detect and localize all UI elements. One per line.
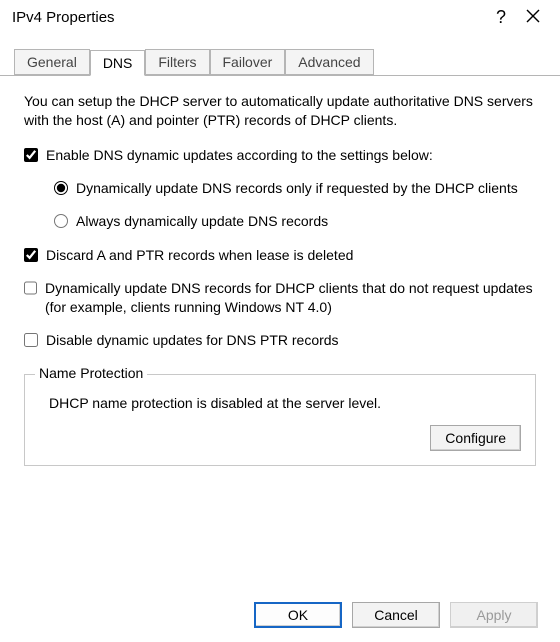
disable-ptr-checkbox[interactable] [24,333,38,347]
name-protection-group: Name Protection DHCP name protection is … [24,374,536,466]
update-mode-requested-row: Dynamically update DNS records only if r… [54,179,536,198]
configure-button[interactable]: Configure [430,425,521,451]
discard-records-checkbox[interactable] [24,248,38,262]
disable-ptr-row: Disable dynamic updates for DNS PTR reco… [24,331,536,350]
update-mode-always-radio[interactable] [54,214,68,228]
titlebar: IPv4 Properties ? [0,0,560,34]
tab-dns[interactable]: DNS [90,50,146,76]
tab-general[interactable]: General [14,49,90,75]
update-mode-always-row: Always dynamically update DNS records [54,212,536,231]
enable-dns-updates-label: Enable DNS dynamic updates according to … [46,146,433,165]
cancel-button[interactable]: Cancel [352,602,440,628]
tab-filters[interactable]: Filters [145,49,209,75]
name-protection-text: DHCP name protection is disabled at the … [39,395,521,411]
enable-dns-updates-row: Enable DNS dynamic updates according to … [24,146,536,165]
dialog-buttons: OK Cancel Apply [254,602,538,628]
discard-records-label: Discard A and PTR records when lease is … [46,246,353,265]
legacy-clients-checkbox[interactable] [24,281,37,295]
update-mode-requested-label: Dynamically update DNS records only if r… [76,179,518,198]
disable-ptr-label: Disable dynamic updates for DNS PTR reco… [46,331,339,350]
dns-pane: You can setup the DHCP server to automat… [0,76,560,476]
discard-records-row: Discard A and PTR records when lease is … [24,246,536,265]
update-mode-requested-radio[interactable] [54,181,68,195]
apply-button: Apply [450,602,538,628]
ok-button[interactable]: OK [254,602,342,628]
tab-failover[interactable]: Failover [210,49,286,75]
legacy-clients-label: Dynamically update DNS records for DHCP … [45,279,536,317]
help-icon[interactable]: ? [488,7,514,28]
update-mode-always-label: Always dynamically update DNS records [76,212,328,231]
intro-text: You can setup the DHCP server to automat… [24,92,536,130]
dialog-window: IPv4 Properties ? General DNS Filters Fa… [0,0,560,642]
enable-dns-updates-checkbox[interactable] [24,148,38,162]
close-icon[interactable] [514,9,552,26]
legacy-clients-row: Dynamically update DNS records for DHCP … [24,279,536,317]
tab-strip: General DNS Filters Failover Advanced [0,48,560,76]
window-title: IPv4 Properties [12,9,488,26]
name-protection-legend: Name Protection [35,365,147,381]
tab-advanced[interactable]: Advanced [285,49,373,75]
